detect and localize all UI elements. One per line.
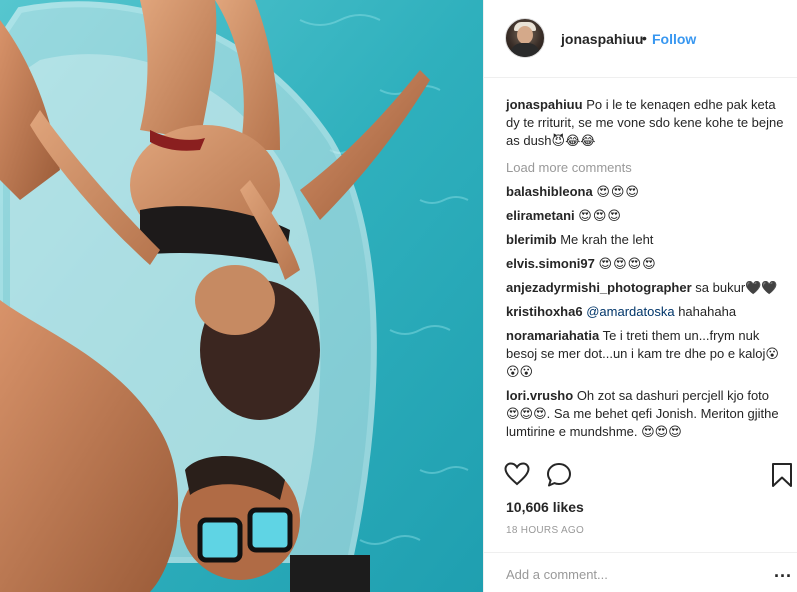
comment-username[interactable]: noramariahatia (506, 328, 599, 343)
load-more-comments[interactable]: Load more comments (506, 159, 786, 177)
bookmark-icon[interactable] (771, 462, 793, 493)
follow-button[interactable]: Follow (652, 31, 696, 47)
comment-username[interactable]: lori.vrusho (506, 388, 573, 403)
comments-section: jonaspahiuu Po i le te kenaqen edhe pak … (506, 96, 786, 447)
avatar[interactable] (505, 18, 545, 58)
avatar-body (510, 43, 540, 57)
comment-item: anjezadyrmishi_photographer sa bukur🖤🖤 (506, 279, 786, 297)
comment-username[interactable]: elvis.simoni97 (506, 256, 595, 271)
comment-text: 😍😍😍 (596, 184, 640, 199)
post-header: jonaspahiuu • Follow (484, 0, 797, 78)
post-timestamp[interactable]: 18 HOURS AGO (506, 525, 584, 536)
comment-mention[interactable]: @amardatoska (586, 304, 674, 319)
comment-username[interactable]: balashibleona (506, 184, 593, 199)
post-photo[interactable] (0, 0, 483, 592)
comment-item: lori.vrusho Oh zot sa dashuri percjell k… (506, 387, 786, 441)
speech-bubble-icon[interactable] (546, 462, 572, 493)
comment-item: noramariahatia Te i treti them un...frym… (506, 327, 786, 381)
caption-username[interactable]: jonaspahiuu (506, 97, 583, 112)
post-caption: jonaspahiuu Po i le te kenaqen edhe pak … (506, 96, 786, 150)
post-sidebar: jonaspahiuu • Follow jonaspahiuu Po i le… (483, 0, 797, 592)
heart-outline-icon[interactable] (504, 462, 530, 491)
comment-item: kristihoxha6 @amardatoska hahahaha (506, 303, 786, 321)
comment-username[interactable]: blerimib (506, 232, 557, 247)
add-comment-bar: Add a comment... ... (484, 552, 797, 592)
comment-text: 😍😍😍😍 (598, 256, 657, 271)
comment-item: blerimib Me krah the leht (506, 231, 786, 249)
comment-username[interactable]: kristihoxha6 (506, 304, 583, 319)
separator-dot: • (642, 30, 647, 46)
comment-username[interactable]: anjezadyrmishi_photographer (506, 280, 692, 295)
comment-text: 😍😍😍 (578, 208, 622, 223)
comment-item: elvis.simoni97 😍😍😍😍 (506, 255, 786, 273)
add-comment-input[interactable]: Add a comment... (506, 567, 608, 582)
comment-item: balashibleona 😍😍😍 (506, 183, 786, 201)
more-options-icon[interactable]: ... (774, 561, 792, 582)
comment-item: elirametani 😍😍😍 (506, 207, 786, 225)
comment-username[interactable]: elirametani (506, 208, 575, 223)
instagram-post-view: jonaspahiuu • Follow jonaspahiuu Po i le… (0, 0, 797, 592)
avatar-face (517, 26, 533, 44)
comment-text: sa bukur🖤🖤 (695, 280, 778, 295)
likes-count[interactable]: 10,606 likes (506, 499, 584, 515)
comment-text: hahahaha (678, 304, 737, 319)
header-username[interactable]: jonaspahiuu (561, 31, 643, 47)
comment-text: Me krah the leht (560, 232, 654, 247)
pool-photo-illustration (0, 0, 483, 592)
action-bar (484, 456, 797, 487)
